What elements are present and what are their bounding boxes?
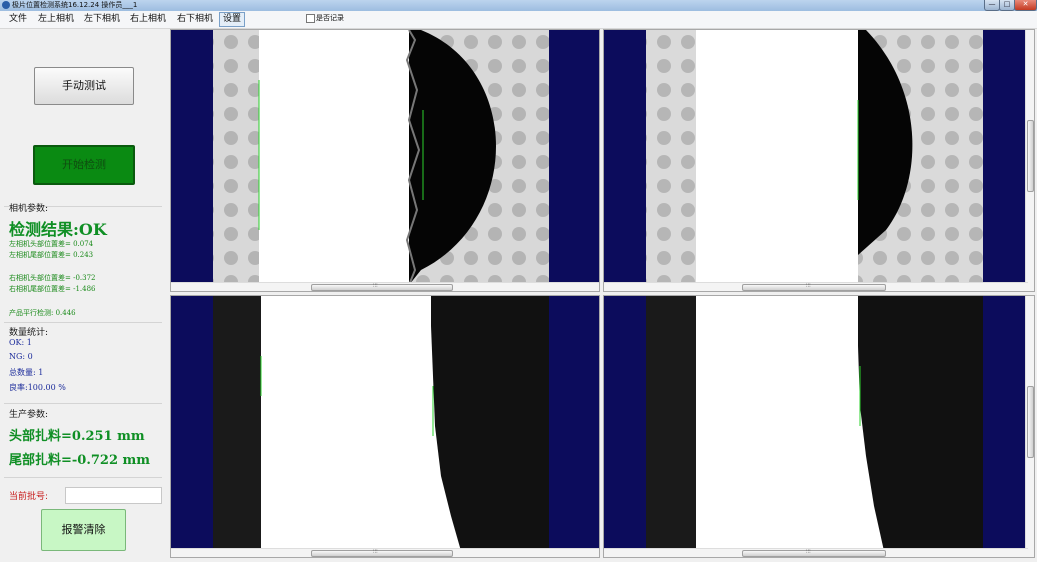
menu-file[interactable]: 文件 <box>9 13 27 26</box>
alarm-clear-button[interactable]: 报警清除 <box>41 509 126 551</box>
menu-bottom-left-camera[interactable]: 左下相机 <box>84 13 120 26</box>
scrollbar-vertical[interactable] <box>1025 30 1034 291</box>
scroll-grip: ⁝⁝⁝ <box>806 549 811 555</box>
menu-top-left-camera[interactable]: 左上相机 <box>38 13 74 26</box>
close-button[interactable]: ✕ <box>1014 0 1037 11</box>
production-title: 生产参数: <box>9 410 49 420</box>
left-head-diff: 左相机头部位置差= 0.074 <box>9 240 94 248</box>
menu-bar: 文件 左上相机 左下相机 右上相机 右下相机 设置 <box>0 11 1037 29</box>
yield-rate: 良率:100.00 % <box>9 383 66 392</box>
ok-count: OK: 1 <box>9 338 32 347</box>
detect-result: 检测结果:OK <box>9 220 107 239</box>
camera-view-bottom-left: ⁝⁝⁝ <box>170 295 600 558</box>
right-head-diff: 右相机头部位置差= -0.372 <box>9 274 96 282</box>
camera-image-top-right <box>604 30 1028 285</box>
camera-image-bottom-right <box>604 296 1028 551</box>
manual-test-button[interactable]: 手动测试 <box>34 67 134 105</box>
scroll-grip: ⁝⁝⁝ <box>373 549 378 555</box>
stats-title: 数量统计: <box>9 328 49 338</box>
tail-value: 尾部扎料=-0.722 mm <box>9 453 151 468</box>
scrollbar-vertical[interactable] <box>1025 296 1034 557</box>
record-checkbox[interactable] <box>306 14 315 23</box>
camera-view-top-right: ⁝⁝⁝ <box>603 29 1035 292</box>
menu-settings[interactable]: 设置 <box>219 12 246 27</box>
title-bar: 极片位置检测系统16.12.24 操作员___1 — □ ✕ <box>0 0 1037 11</box>
ng-count: NG: 0 <box>9 352 33 361</box>
parallel-check: 产品平行检测: 0.446 <box>9 309 76 317</box>
batch-label: 当前批号: <box>9 492 49 502</box>
maximize-button[interactable]: □ <box>999 0 1015 11</box>
batch-input[interactable] <box>65 487 162 504</box>
menu-top-right-camera[interactable]: 右上相机 <box>130 13 166 26</box>
camera-params-title: 相机参数: <box>9 204 49 214</box>
right-tail-diff: 右相机尾部位置差= -1.486 <box>9 285 96 293</box>
camera-view-top-left: ⁝⁝⁝ <box>170 29 600 292</box>
scroll-grip: ⁝⁝⁝ <box>373 283 378 289</box>
divider <box>4 477 162 478</box>
camera-image-bottom-left <box>171 296 599 551</box>
head-value: 头部扎料=0.251 mm <box>9 429 145 444</box>
total-count: 总数量: 1 <box>9 368 44 377</box>
divider <box>4 322 162 323</box>
left-tail-diff: 左相机尾部位置差= 0.243 <box>9 251 94 259</box>
minimize-button[interactable]: — <box>984 0 1000 11</box>
window-title: 极片位置检测系统16.12.24 操作员___1 <box>12 1 138 9</box>
left-panel: 手动测试 开始检测 相机参数: 检测结果:OK 左相机头部位置差= 0.074 … <box>0 29 167 559</box>
scrollbar-horizontal[interactable]: ⁝⁝⁝ <box>604 548 1028 557</box>
camera-image-top-left <box>171 30 599 285</box>
scrollbar-horizontal[interactable]: ⁝⁝⁝ <box>604 282 1028 291</box>
menu-bottom-right-camera[interactable]: 右下相机 <box>177 13 213 26</box>
camera-view-bottom-right: ⁝⁝⁝ <box>603 295 1035 558</box>
scroll-grip: ⁝⁝⁝ <box>806 283 811 289</box>
start-detect-button[interactable]: 开始检测 <box>33 145 135 185</box>
record-checkbox-label: 是否记录 <box>316 14 344 22</box>
divider <box>4 403 162 404</box>
scrollbar-horizontal[interactable]: ⁝⁝⁝ <box>171 548 599 557</box>
scrollbar-horizontal[interactable]: ⁝⁝⁝ <box>171 282 599 291</box>
app-icon <box>2 1 10 9</box>
